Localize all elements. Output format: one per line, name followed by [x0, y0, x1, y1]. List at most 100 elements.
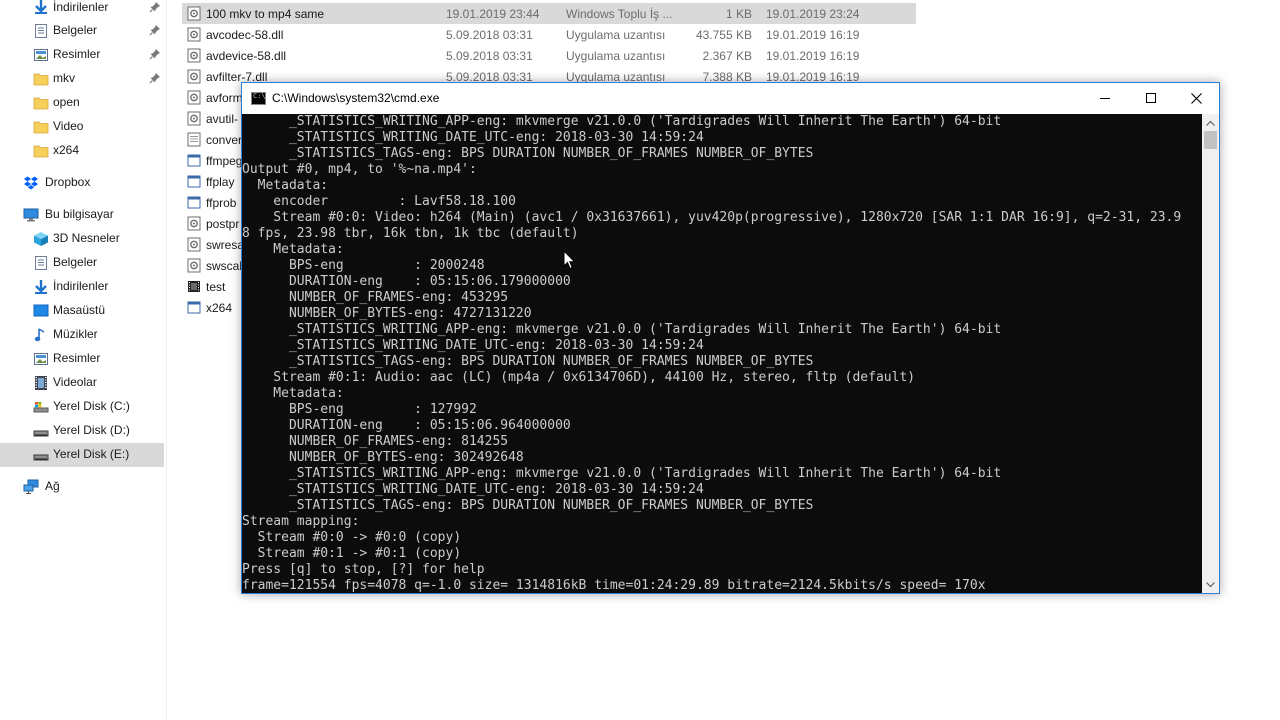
console-line: frame=121554 fps=4078 q=-1.0 size= 13148… [242, 578, 986, 593]
sidebar-item-label: Belgeler [53, 23, 98, 37]
dll-file-icon [187, 258, 201, 273]
folder-icon [33, 95, 49, 111]
console-line: _STATISTICS_TAGS-eng: BPS DURATION NUMBE… [242, 498, 814, 513]
folder-icon [33, 119, 49, 135]
console-line: BPS-eng : 127992 [242, 402, 477, 417]
computer-icon [23, 207, 39, 223]
scroll-down-button[interactable] [1202, 576, 1219, 593]
file-row[interactable]: avcodec-58.dll 5.09.2018 03:31 Uygulama … [182, 24, 916, 45]
sidebar-item-muzikler[interactable]: Müzikler [0, 323, 164, 347]
vertical-scrollbar[interactable] [1202, 114, 1219, 593]
close-button[interactable] [1173, 83, 1219, 113]
file-row[interactable]: avdevice-58.dll 5.09.2018 03:31 Uygulama… [182, 45, 916, 66]
chevron-up-icon [1206, 120, 1215, 126]
console-line: Metadata: [242, 178, 329, 193]
dll-file-icon [187, 216, 201, 231]
sidebar-item-label: Yerel Disk (C:) [53, 399, 130, 413]
sidebar-item-resimler-quick[interactable]: Resimler [0, 43, 164, 67]
sidebar-item-label: Yerel Disk (D:) [53, 423, 130, 437]
scroll-thumb[interactable] [1204, 131, 1217, 149]
file-name: 100 mkv to mp4 same [206, 7, 325, 21]
sidebar-item-yerel-disk-e[interactable]: Yerel Disk (E:) [0, 443, 164, 467]
text-file-icon [187, 132, 201, 147]
console-line: Stream mapping: [242, 514, 360, 529]
sidebar-item-indirilenler[interactable]: İndirilenler [0, 275, 164, 299]
sidebar-item-x264[interactable]: x264 [0, 139, 164, 163]
console-output-area[interactable]: _STATISTICS_WRITING_APP-eng: mkvmerge v2… [242, 114, 1202, 593]
console-line: _STATISTICS_WRITING_APP-eng: mkvmerge v2… [242, 466, 1002, 481]
pin-icon[interactable] [149, 48, 161, 60]
sidebar-item-video[interactable]: Video [0, 115, 164, 139]
dll-file-icon [187, 48, 201, 63]
dll-file-icon [187, 69, 201, 84]
file-size: 2.367 KB [702, 49, 752, 63]
scroll-up-button[interactable] [1202, 114, 1219, 131]
dropbox-icon [23, 175, 39, 191]
cmd-app-icon[interactable] [251, 92, 266, 105]
sidebar-item-ag[interactable]: Ağ [0, 475, 164, 499]
file-row[interactable]: 100 mkv to mp4 same 19.01.2019 23:44 Win… [182, 3, 916, 24]
sidebar-item-label: Masaüstü [53, 303, 106, 317]
dll-file-icon [187, 237, 201, 252]
file-type: Windows Toplu İş ... [566, 7, 673, 21]
download-arrow-icon [33, 279, 49, 295]
file-date-modified: 5.09.2018 03:31 [446, 28, 533, 42]
file-name: postpr [206, 217, 240, 231]
console-line: NUMBER_OF_BYTES-eng: 302492648 [242, 450, 524, 465]
sidebar-item-label: Belgeler [53, 255, 98, 269]
download-arrow-icon [33, 0, 49, 15]
console-line: _STATISTICS_WRITING_DATE_UTC-eng: 2018-0… [242, 338, 704, 353]
cmd-window[interactable]: C:\Windows\system32\cmd.exe _STATISTICS_… [241, 82, 1220, 594]
console-line: NUMBER_OF_FRAMES-eng: 453295 [242, 290, 509, 305]
sidebar-item-label: Video [53, 119, 84, 133]
file-name: swresa [206, 238, 245, 252]
sidebar-item-videolar[interactable]: Videolar [0, 371, 164, 395]
pin-icon[interactable] [149, 24, 161, 36]
drive-icon [33, 447, 49, 463]
sidebar-item-resimler[interactable]: Resimler [0, 347, 164, 371]
pin-icon[interactable] [149, 1, 161, 13]
sidebar-item-belgeler-quick[interactable]: Belgeler [0, 19, 164, 43]
sidebar-item-bu-bilgisayar[interactable]: Bu bilgisayar [0, 203, 164, 227]
sidebar-item-open[interactable]: open [0, 91, 164, 115]
sidebar-item-dropbox[interactable]: Dropbox [0, 171, 164, 195]
sidebar-item-belgeler[interactable]: Belgeler [0, 251, 164, 275]
sidebar-item-masaustu[interactable]: Masaüstü [0, 299, 164, 323]
exe-file-icon [187, 300, 201, 315]
console-line: NUMBER_OF_BYTES-eng: 4727131220 [242, 306, 532, 321]
sidebar-item-yerel-disk-c[interactable]: Yerel Disk (C:) [0, 395, 164, 419]
file-date-modified: 19.01.2019 23:44 [446, 7, 540, 21]
exe-file-icon [187, 195, 201, 210]
batch-file-icon [187, 6, 201, 21]
console-line: _STATISTICS_WRITING_DATE_UTC-eng: 2018-0… [242, 130, 704, 145]
maximize-button[interactable] [1128, 83, 1174, 113]
drive-icon [33, 423, 49, 439]
console-line: Stream #0:0 -> #0:0 (copy) [242, 530, 462, 545]
window-title: C:\Windows\system32\cmd.exe [272, 91, 440, 105]
console-line: Stream #0:1: Audio: aac (LC) (mp4a / 0x6… [242, 370, 916, 385]
file-name: avutil- [206, 112, 239, 126]
console-line: Press [q] to stop, [?] for help [242, 562, 485, 577]
sidebar-item-3d-nesneler[interactable]: 3D Nesneler [0, 227, 164, 251]
video-file-icon [187, 279, 201, 294]
window-titlebar[interactable]: C:\Windows\system32\cmd.exe [242, 83, 1219, 114]
exe-file-icon [187, 174, 201, 189]
file-date-created: 19.01.2019 16:19 [766, 49, 860, 63]
sidebar-item-mkv[interactable]: mkv [0, 67, 164, 91]
file-name: ffmpeg [206, 154, 243, 168]
dll-file-icon [187, 111, 201, 126]
network-icon [23, 479, 39, 495]
pictures-icon [33, 351, 49, 367]
console-line: BPS-eng : 2000248 [242, 258, 485, 273]
music-icon [33, 327, 49, 343]
sidebar-item-label: Resimler [53, 351, 101, 365]
pin-icon[interactable] [149, 72, 161, 84]
sidebar-item-indirilenler-quick[interactable]: İndirilenler [0, 0, 164, 19]
sidebar-item-label: Resimler [53, 47, 101, 61]
minimize-button[interactable] [1082, 83, 1128, 113]
file-name: conver [206, 133, 243, 147]
sidebar-item-yerel-disk-d[interactable]: Yerel Disk (D:) [0, 419, 164, 443]
file-name: ffplay [206, 175, 235, 189]
file-date-created: 19.01.2019 16:19 [766, 28, 860, 42]
sidebar-item-label: Ağ [45, 479, 60, 493]
